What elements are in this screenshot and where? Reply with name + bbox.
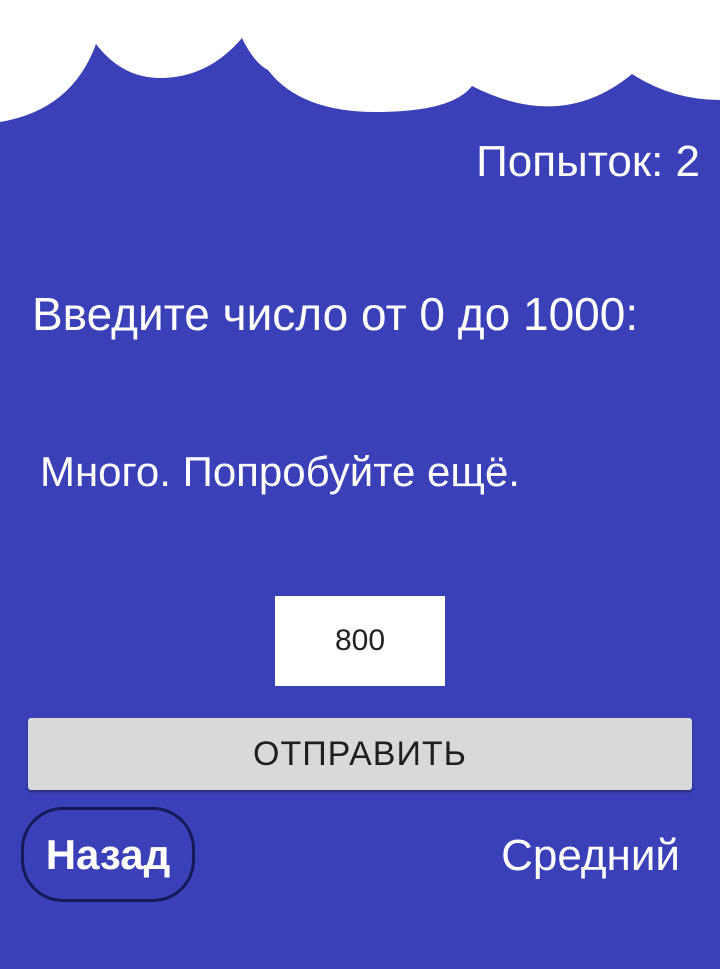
feedback-message: Много. Попробуйте ещё. bbox=[40, 448, 520, 495]
difficulty-label: Средний bbox=[501, 831, 680, 880]
submit-button[interactable]: ОТПРАВИТЬ bbox=[28, 718, 692, 790]
cloud-wave-decoration bbox=[0, 0, 720, 122]
attempts-counter: Попыток: 2 bbox=[476, 137, 700, 186]
prompt-text: Введите число от 0 до 1000: bbox=[32, 288, 639, 340]
number-input[interactable] bbox=[275, 596, 445, 686]
back-button[interactable]: Назад bbox=[21, 807, 195, 902]
